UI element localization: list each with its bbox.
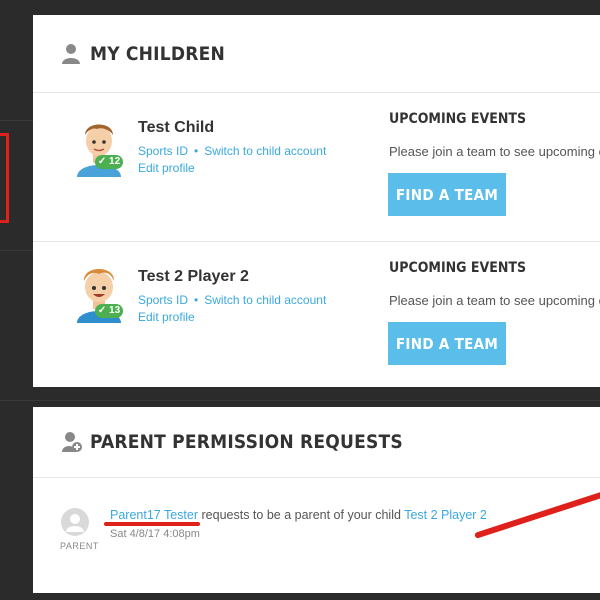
my-children-card: MY CHILDREN ✓ 12 Test Child Sports ID • Sw… (33, 15, 600, 387)
background-texture-line (0, 400, 600, 401)
child-row: ✓ 13 Test 2 Player 2 Sports ID • Switch to… (33, 242, 600, 390)
sports-id-link[interactable]: Sports ID (138, 293, 188, 307)
switch-to-child-link[interactable]: Switch to child account (204, 144, 326, 158)
find-a-team-button[interactable]: FIND A TEAM (388, 173, 506, 216)
upcoming-events-text: Please join a team to see upcoming e (389, 144, 600, 159)
upcoming-events-text: Please join a team to see upcoming e (389, 293, 600, 308)
child-name: Test Child (138, 119, 215, 136)
link-separator: • (194, 144, 199, 158)
child-link[interactable]: Test 2 Player 2 (404, 508, 487, 522)
parent-requests-title: PARENT PERMISSION REQUESTS (90, 431, 403, 453)
switch-to-child-link[interactable]: Switch to child account (204, 293, 326, 307)
sports-id-link[interactable]: Sports ID (138, 144, 188, 158)
user-icon (62, 43, 80, 65)
request-message: Parent17 Tester requests to be a parent … (110, 508, 487, 522)
age-badge: ✓ 12 (95, 155, 123, 169)
requester-link[interactable]: Parent17 Tester (110, 508, 198, 522)
edit-profile-link[interactable]: Edit profile (138, 161, 195, 175)
age-badge: ✓ 13 (95, 304, 123, 318)
edit-profile-link[interactable]: Edit profile (138, 310, 195, 324)
annotation-highlight-box (0, 133, 9, 223)
request-timestamp: Sat 4/8/17 4:08pm (110, 528, 200, 540)
link-separator: • (194, 293, 199, 307)
age-badge-value: 12 (109, 156, 121, 167)
parent-avatar-icon (61, 508, 89, 536)
parent-avatar-label: PARENT (60, 541, 99, 551)
parent-request-item: PARENT Parent17 Tester requests to be a … (33, 478, 600, 588)
upcoming-events-title: UPCOMING EVENTS (389, 111, 527, 127)
my-children-title: MY CHILDREN (90, 42, 225, 65)
find-a-team-button[interactable]: FIND A TEAM (388, 322, 506, 365)
my-children-header: MY CHILDREN (33, 15, 600, 93)
child-name: Test 2 Player 2 (138, 268, 249, 285)
add-user-icon (62, 431, 82, 453)
parent-requests-card: PARENT PERMISSION REQUESTS PARENT Parent… (33, 407, 600, 593)
request-text: requests to be a parent of your child (201, 508, 401, 522)
child-row: ✓ 12 Test Child Sports ID • Switch to chil… (33, 93, 600, 242)
child-links: Sports ID • Switch to child account Edit p… (138, 292, 326, 326)
child-links: Sports ID • Switch to child account Edit p… (138, 143, 326, 177)
upcoming-events-title: UPCOMING EVENTS (389, 260, 527, 276)
annotation-underline (104, 522, 200, 526)
parent-requests-header: PARENT PERMISSION REQUESTS (33, 407, 600, 478)
age-badge-value: 13 (109, 305, 121, 316)
